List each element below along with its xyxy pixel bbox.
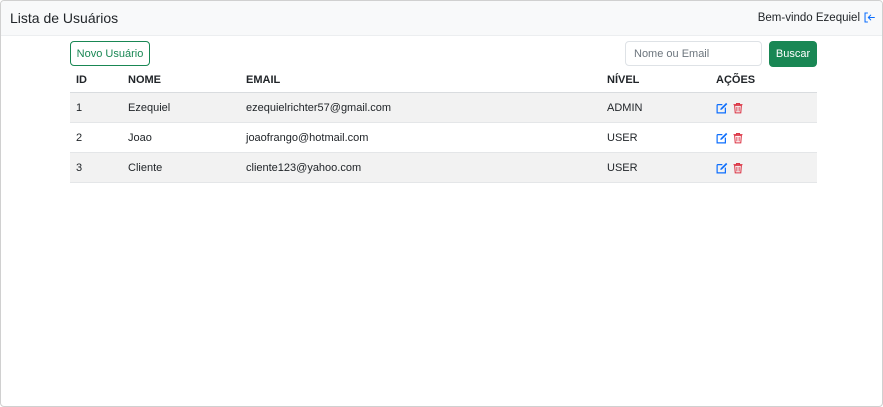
cell-nome: Cliente — [128, 161, 163, 174]
cell-nome: Joao — [128, 131, 152, 144]
table-row: 2 Joao joaofrango@hotmail.com USER — [70, 123, 817, 153]
welcome-text: Bem-vindo Ezequiel — [757, 11, 860, 24]
cell-nome: Ezequiel — [128, 101, 171, 114]
table-row: 3 Cliente cliente123@yahoo.com USER — [70, 153, 817, 183]
edit-icon[interactable] — [716, 132, 728, 144]
users-table: ID NOME EMAIL NÍVEL AÇÕES 1 Ezequiel eze… — [70, 68, 817, 183]
cell-nivel: USER — [607, 161, 638, 174]
user-greeting: Bem-vindo Ezequiel — [758, 11, 876, 24]
cell-email: joaofrango@hotmail.com — [246, 131, 369, 144]
trash-icon[interactable] — [732, 132, 744, 144]
cell-acoes — [716, 123, 748, 152]
column-header-email: EMAIL — [246, 74, 281, 86]
edit-icon[interactable] — [716, 102, 728, 114]
table-row: 1 Ezequiel ezequielrichter57@gmail.com A… — [70, 93, 817, 123]
edit-icon[interactable] — [716, 162, 728, 174]
app-window: Lista de Usuários Bem-vindo Ezequiel Nov… — [0, 0, 883, 407]
navbar: Lista de Usuários Bem-vindo Ezequiel — [1, 1, 882, 36]
cell-nivel: USER — [607, 131, 638, 144]
cell-id: 3 — [76, 161, 83, 174]
cell-id: 1 — [76, 101, 83, 114]
column-header-id: ID — [76, 74, 87, 86]
page-title[interactable]: Lista de Usuários — [10, 10, 118, 26]
search-button[interactable]: Buscar — [769, 41, 817, 67]
search-input[interactable] — [625, 41, 762, 66]
logout-icon[interactable] — [863, 11, 876, 24]
cell-email: cliente123@yahoo.com — [246, 161, 362, 174]
trash-icon[interactable] — [732, 162, 744, 174]
column-header-acoes: AÇÕES — [716, 74, 756, 86]
cell-id: 2 — [76, 131, 83, 144]
cell-acoes — [716, 153, 748, 182]
column-header-nivel: NÍVEL — [607, 74, 640, 86]
table-header: ID NOME EMAIL NÍVEL AÇÕES — [70, 68, 817, 93]
trash-icon[interactable] — [732, 102, 744, 114]
cell-acoes — [716, 93, 748, 122]
column-header-nome: NOME — [128, 74, 161, 86]
cell-nivel: ADMIN — [607, 101, 643, 114]
cell-email: ezequielrichter57@gmail.com — [246, 101, 392, 114]
new-user-button[interactable]: Novo Usuário — [70, 41, 150, 66]
